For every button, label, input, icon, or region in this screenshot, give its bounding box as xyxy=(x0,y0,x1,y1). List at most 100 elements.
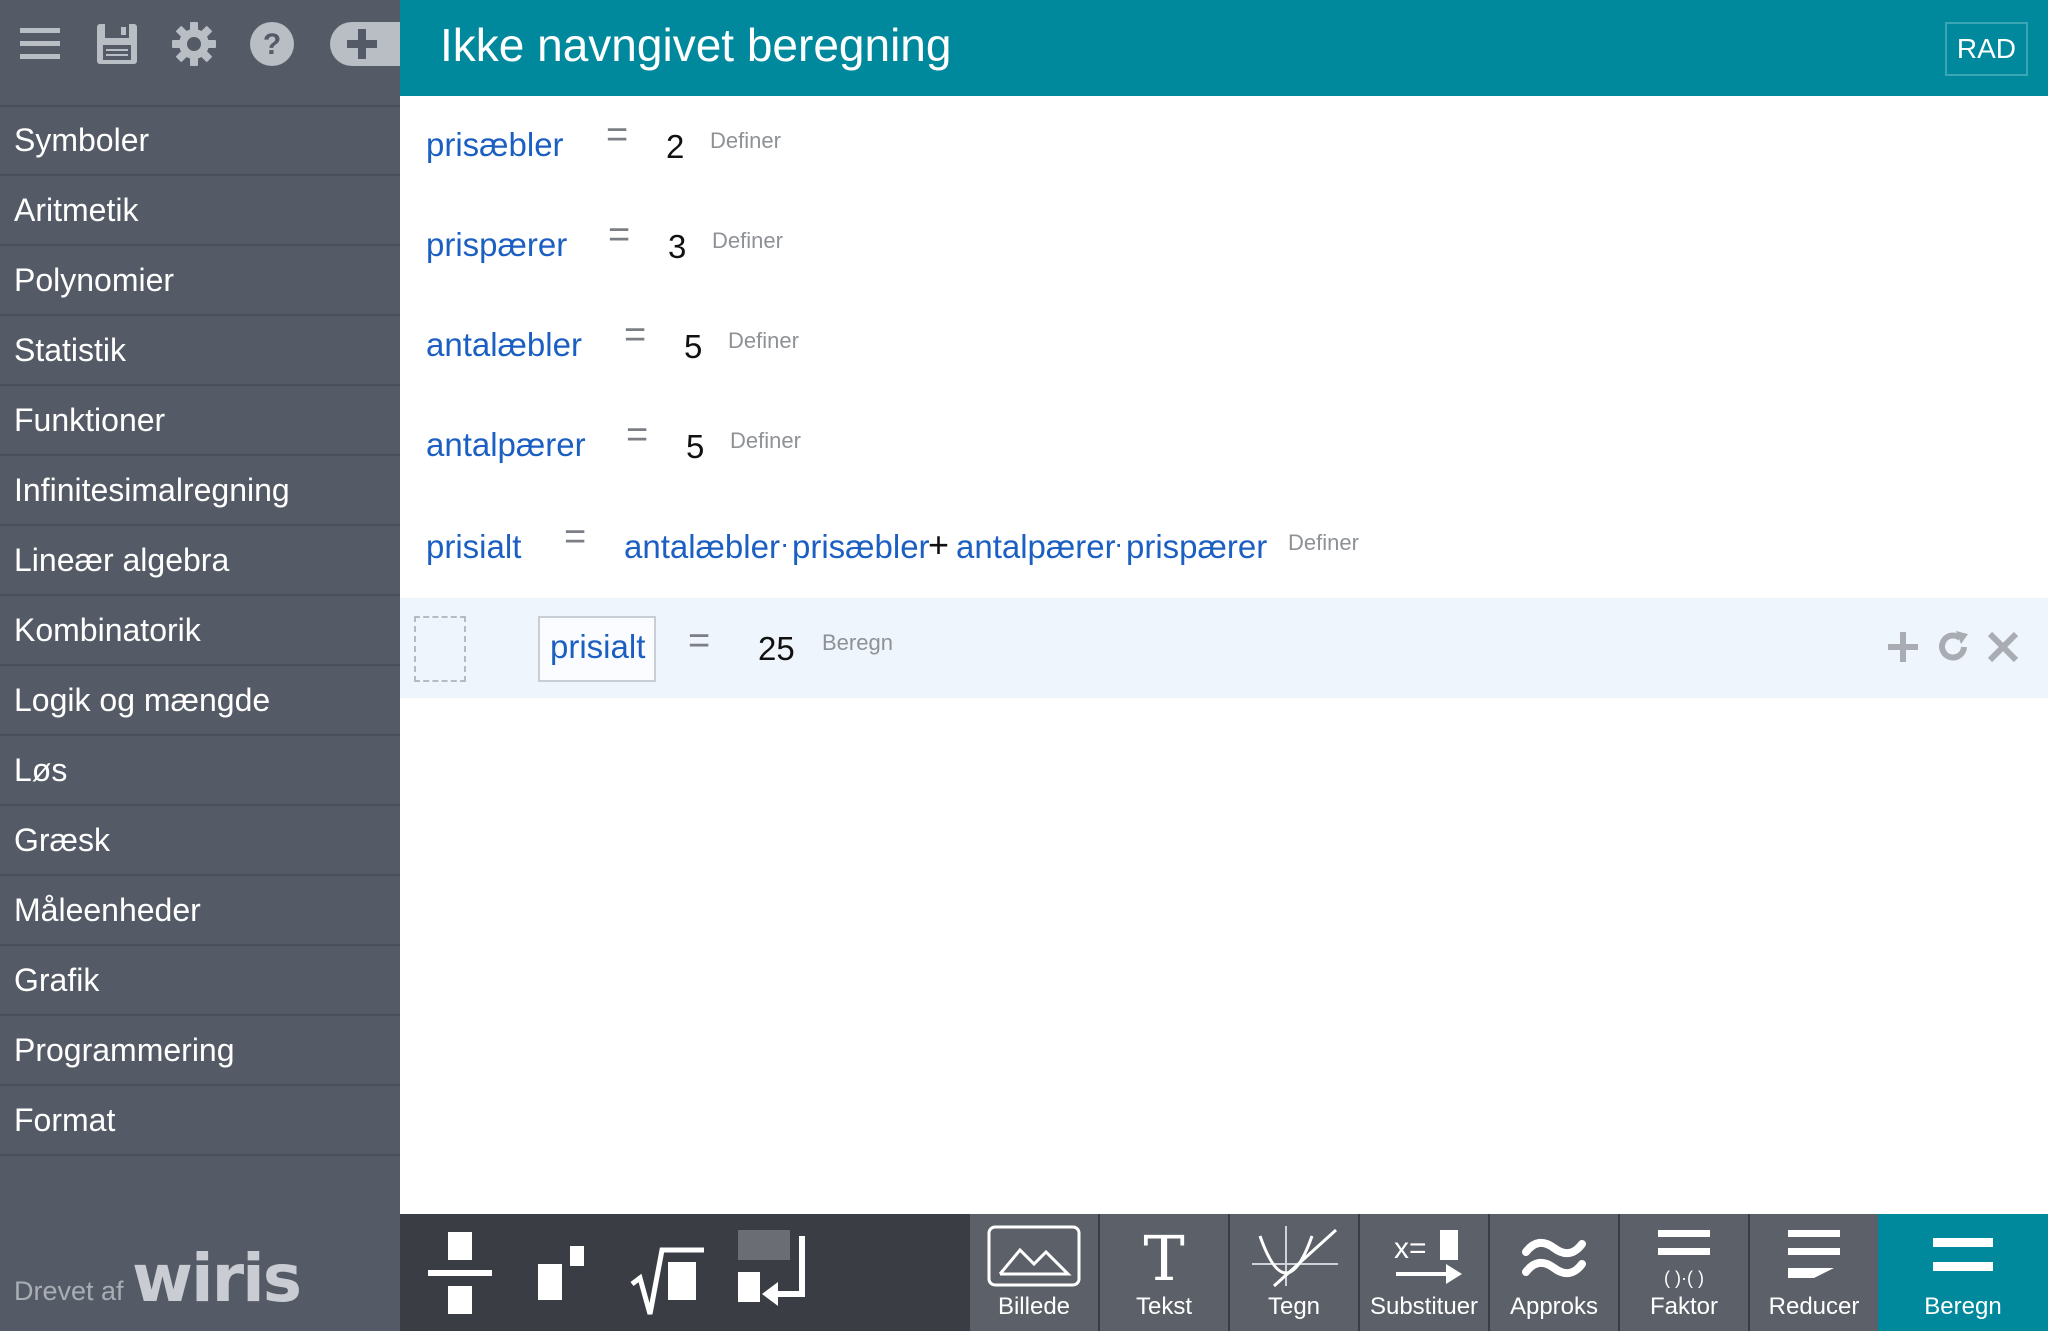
multiply-dot: · xyxy=(780,528,790,559)
variable-name[interactable]: antalæbler xyxy=(426,326,582,364)
billede-button[interactable]: Billede xyxy=(970,1214,1098,1331)
menu-item-aritmetik[interactable]: Aritmetik xyxy=(0,176,400,246)
billede-label: Billede xyxy=(997,1293,1071,1320)
value[interactable]: 5 xyxy=(686,428,704,466)
close-icon[interactable] xyxy=(1984,628,2022,666)
variable-name[interactable]: prispærer xyxy=(426,226,567,264)
sidebar-toolbar: ? xyxy=(0,0,400,107)
substitute-icon-glyph: x= xyxy=(1394,1232,1427,1265)
menu-item-infinitesimalregning[interactable]: Infinitesimalregning xyxy=(0,456,400,526)
menu-item-logik-og-maengde[interactable]: Logik og mængde xyxy=(0,666,400,736)
calculation-row[interactable]: prisialt = 25 Beregn xyxy=(400,598,2048,698)
powered-by-label: Drevet af xyxy=(14,1276,124,1306)
menu-item-symboler[interactable]: Symboler xyxy=(0,106,400,176)
definition-row[interactable]: prispærer = 3 Definer xyxy=(400,196,2048,292)
formula-row[interactable]: prisialt = antalæbler · prisæbler + anta… xyxy=(400,498,2048,594)
reducer-button[interactable]: Reducer xyxy=(1750,1214,1878,1331)
menu-list: Symboler Aritmetik Polynomier Statistik … xyxy=(0,106,400,1156)
add-row-icon[interactable] xyxy=(1884,628,1922,666)
menu-item-maaleenheder[interactable]: Måleenheder xyxy=(0,876,400,946)
square-root-icon[interactable] xyxy=(628,1228,708,1320)
reducer-label: Reducer xyxy=(1768,1293,1860,1320)
approks-button[interactable]: Approks xyxy=(1490,1214,1618,1331)
equals-sign: = xyxy=(608,214,631,256)
powered-by: Drevet af wiris xyxy=(14,1240,374,1317)
approks-label: Approks xyxy=(1509,1293,1599,1320)
svg-text:?: ? xyxy=(263,28,281,61)
tegn-label: Tegn xyxy=(1267,1293,1321,1320)
value[interactable]: 3 xyxy=(668,228,686,266)
menu-item-kombinatorik[interactable]: Kombinatorik xyxy=(0,596,400,666)
definition-row[interactable]: prisæbler = 2 Definer xyxy=(400,96,2048,192)
value[interactable]: 5 xyxy=(684,328,702,366)
result-value[interactable]: 25 xyxy=(758,630,795,668)
tegn-button[interactable]: Tegn xyxy=(1230,1214,1358,1331)
beregn-toolbar-label: Beregn xyxy=(1924,1293,2002,1320)
add-tab-icon[interactable] xyxy=(326,18,400,70)
help-icon[interactable]: ? xyxy=(246,18,298,70)
document-title[interactable]: Ikke navngivet beregning xyxy=(440,18,951,72)
term-prisaebler[interactable]: prisæbler xyxy=(792,528,930,566)
equals-sign: = xyxy=(624,314,647,356)
menu-item-lineaer-algebra[interactable]: Lineær algebra xyxy=(0,526,400,596)
gear-icon[interactable] xyxy=(168,18,220,70)
variable-name[interactable]: antalpærer xyxy=(426,426,586,464)
svg-text:( )·( ): ( )·( ) xyxy=(1664,1268,1704,1288)
faktor-button[interactable]: ( )·( ) Faktor xyxy=(1620,1214,1748,1331)
menu-icon[interactable] xyxy=(14,18,66,70)
value[interactable]: 2 xyxy=(666,128,684,166)
calculation-expression[interactable]: prisialt xyxy=(550,628,645,666)
text-icon: T xyxy=(1143,1224,1184,1288)
new-line-icon[interactable] xyxy=(732,1228,812,1320)
substitute-icon: x= xyxy=(1394,1230,1462,1284)
definer-label: Definer xyxy=(1288,530,1359,555)
header-bar: Ikke navngivet beregning RAD xyxy=(400,0,2048,96)
row-placeholder[interactable] xyxy=(414,616,466,682)
fraction-icon[interactable] xyxy=(420,1228,500,1320)
text-icon-glyph: T xyxy=(1143,1224,1184,1288)
plus-sign: + xyxy=(928,524,950,565)
calculate-icon xyxy=(1933,1238,1993,1271)
approx-icon xyxy=(1522,1238,1586,1278)
variable-name[interactable]: prisæbler xyxy=(426,126,564,164)
angle-mode-button[interactable]: RAD xyxy=(1944,22,2028,76)
wiris-logo[interactable]: wiris xyxy=(132,1240,302,1317)
factor-icon: ( )·( ) xyxy=(1658,1230,1710,1288)
beregn-label: Beregn xyxy=(822,630,893,655)
menu-item-statistik[interactable]: Statistik xyxy=(0,316,400,386)
definer-label: Definer xyxy=(710,128,781,153)
tekst-button[interactable]: T Tekst xyxy=(1100,1214,1228,1331)
equals-sign: = xyxy=(564,516,587,558)
worksheet: prisæbler = 2 Definer prispærer = 3 Defi… xyxy=(400,96,2048,1214)
save-icon[interactable] xyxy=(91,18,143,70)
multiply-dot: · xyxy=(1114,528,1124,559)
menu-item-programmering[interactable]: Programmering xyxy=(0,1016,400,1086)
term-antalaebler[interactable]: antalæbler xyxy=(624,528,780,566)
tekst-label: Tekst xyxy=(1135,1293,1192,1320)
menu-item-graesk[interactable]: Græsk xyxy=(0,806,400,876)
menu-item-polynomier[interactable]: Polynomier xyxy=(0,246,400,316)
beregn-button[interactable]: Beregn xyxy=(1878,1214,2048,1331)
substituer-button[interactable]: x= Substituer xyxy=(1360,1214,1488,1331)
definer-label: Definer xyxy=(730,428,801,453)
superscript-icon[interactable] xyxy=(524,1228,604,1320)
definer-label: Definer xyxy=(712,228,783,253)
refresh-icon[interactable] xyxy=(1934,628,1972,666)
term-prispaerer[interactable]: prispærer xyxy=(1126,528,1267,566)
menu-item-grafik[interactable]: Grafik xyxy=(0,946,400,1016)
menu-item-funktioner[interactable]: Funktioner xyxy=(0,386,400,456)
equals-sign: = xyxy=(626,414,649,456)
variable-name[interactable]: prisialt xyxy=(426,528,521,566)
plot-icon xyxy=(1252,1226,1338,1288)
definer-label: Definer xyxy=(728,328,799,353)
equals-sign: = xyxy=(606,114,629,156)
bottom-toolbar: Billede T Tekst Tegn x= Substituer Appro… xyxy=(400,1214,2048,1331)
menu-item-format[interactable]: Format xyxy=(0,1086,400,1156)
equals-sign: = xyxy=(688,620,711,662)
term-antalpaerer[interactable]: antalpærer xyxy=(956,528,1116,566)
image-icon xyxy=(987,1225,1081,1287)
definition-row[interactable]: antalpærer = 5 Definer xyxy=(400,396,2048,492)
menu-item-los[interactable]: Løs xyxy=(0,736,400,806)
substituer-label: Substituer xyxy=(1369,1293,1479,1320)
definition-row[interactable]: antalæbler = 5 Definer xyxy=(400,296,2048,392)
